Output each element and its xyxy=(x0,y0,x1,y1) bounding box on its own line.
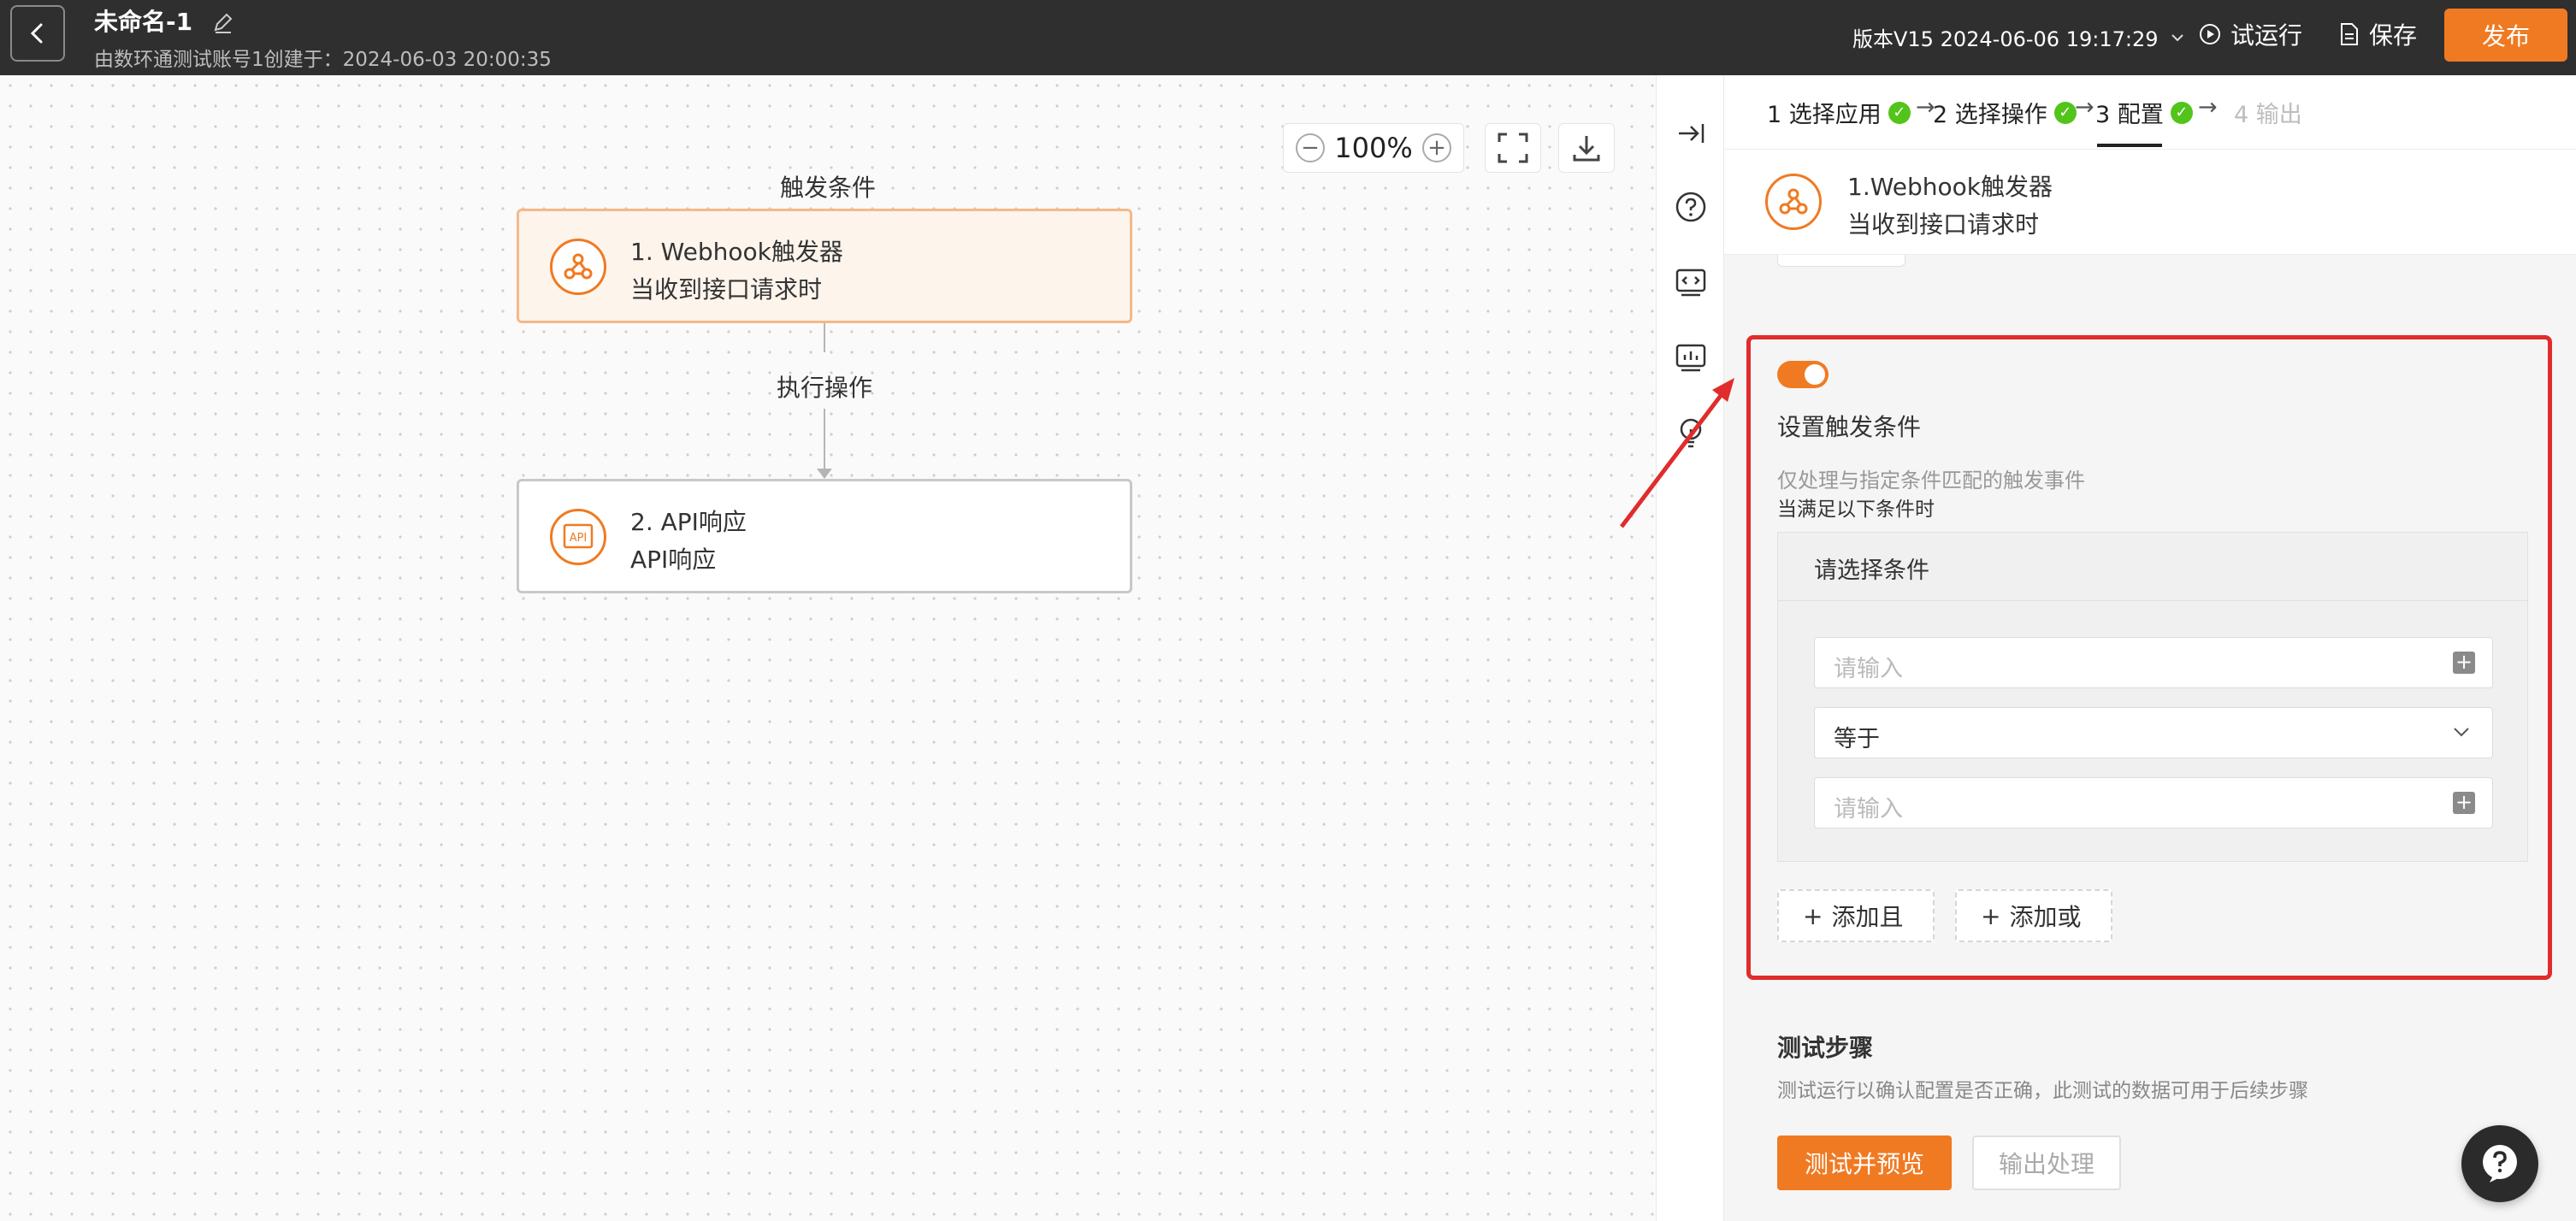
top-bar: 未命名-1 由数环通测试账号1创建于：2024-06-03 20:00:35 版… xyxy=(0,0,2576,75)
chevron-down-icon xyxy=(2171,33,2184,41)
annotation-arrow xyxy=(1620,378,1734,528)
action-section-label: 执行操作 xyxy=(777,374,873,402)
connector-line xyxy=(824,409,825,477)
code-icon xyxy=(1675,268,1706,297)
save-label: 保存 xyxy=(2369,21,2418,50)
api-icon: API xyxy=(550,509,606,565)
question-icon xyxy=(1675,192,1706,222)
step-label: 4 输出 xyxy=(2234,102,2302,128)
step-label: 2 选择操作 xyxy=(1933,102,2047,128)
node-subtitle: 当收到接口请求时 xyxy=(630,275,823,304)
arrow-right-icon: → xyxy=(2075,94,2094,121)
test-preview-button[interactable]: 测试并预览 xyxy=(1777,1135,1952,1190)
fullscreen-icon xyxy=(1498,133,1528,163)
app-card-title: 1.Webhook触发器 xyxy=(1847,173,2053,201)
scrolled-field-edge xyxy=(1777,255,1905,267)
check-icon: ✓ xyxy=(2053,101,2077,124)
code-button[interactable] xyxy=(1674,265,1708,299)
zoom-in-button[interactable]: + xyxy=(1421,133,1451,162)
zoom-out-button[interactable]: − xyxy=(1296,133,1325,162)
created-info: 由数环通测试账号1创建于：2024-06-03 20:00:35 xyxy=(94,49,552,71)
flow-node-api[interactable]: API 2. API响应 API响应 xyxy=(517,479,1132,593)
chevron-left-icon xyxy=(30,23,43,44)
step-configure[interactable]: 3 配置 ✓ xyxy=(2095,96,2193,129)
document-icon xyxy=(2341,23,2358,45)
check-icon: ✓ xyxy=(1888,101,1911,124)
back-button[interactable] xyxy=(10,5,65,62)
trigger-section-label: 触发条件 xyxy=(780,174,877,202)
collapse-right-icon xyxy=(1679,124,1705,143)
help-chat-icon xyxy=(2483,1145,2517,1183)
node-title: 1. Webhook触发器 xyxy=(630,238,843,266)
publish-button[interactable]: 发布 xyxy=(2444,9,2567,62)
arrow-right-icon: → xyxy=(2198,94,2218,121)
active-step-indicator xyxy=(2097,144,2162,147)
save-button[interactable]: 保存 xyxy=(2338,17,2417,51)
step-select-action[interactable]: 2 选择操作 ✓ xyxy=(1933,96,2077,129)
step-tabs: 1 选择应用 ✓ → 2 选择操作 ✓ → 3 配置 ✓ → 4 输出 xyxy=(1724,75,2576,149)
zoom-level: 100% xyxy=(1334,132,1413,164)
fit-view-button[interactable] xyxy=(1485,123,1541,173)
connector-arrow xyxy=(817,469,832,479)
version-label: 版本V15 2024-06-06 19:17:29 xyxy=(1852,27,2159,51)
flow-canvas[interactable]: − 100% + 触发条件 1. Webhook触发器 当收到接口请求时 执行操… xyxy=(0,75,1656,1221)
selected-app-card: 1.Webhook触发器 当收到接口请求时 xyxy=(1724,149,2576,255)
side-toolbar xyxy=(1656,75,1724,1221)
help-button[interactable] xyxy=(1674,190,1708,224)
play-circle-icon xyxy=(2200,24,2220,44)
step-output[interactable]: 4 输出 xyxy=(2234,96,2302,129)
step-select-app[interactable]: 1 选择应用 ✓ xyxy=(1767,96,1911,129)
webhook-icon xyxy=(550,239,606,295)
flow-node-webhook[interactable]: 1. Webhook触发器 当收到接口请求时 xyxy=(517,209,1132,323)
step-label: 3 配置 xyxy=(2095,102,2164,128)
annotation-highlight-box xyxy=(1746,335,2552,980)
output-process-button[interactable]: 输出处理 xyxy=(1972,1135,2121,1190)
test-step-description: 测试运行以确认配置是否正确，此测试的数据可用于后续步骤 xyxy=(1777,1080,2308,1102)
download-button[interactable] xyxy=(1558,123,1615,173)
zoom-control: − 100% + xyxy=(1283,123,1464,173)
check-icon: ✓ xyxy=(2170,101,2193,124)
step-label: 1 选择应用 xyxy=(1767,102,1882,128)
connector-line xyxy=(824,323,825,352)
webhook-icon xyxy=(1765,174,1822,230)
floating-help-button[interactable] xyxy=(2461,1125,2538,1202)
download-icon xyxy=(1573,136,1600,162)
test-step-title: 测试步骤 xyxy=(1777,1034,1874,1062)
workflow-title: 未命名-1 xyxy=(94,8,193,36)
app-card-subtitle: 当收到接口请求时 xyxy=(1847,210,2040,239)
node-subtitle: API响应 xyxy=(630,546,717,574)
trial-run-button[interactable]: 试运行 xyxy=(2198,17,2302,51)
trial-run-label: 试运行 xyxy=(2230,21,2303,50)
node-title: 2. API响应 xyxy=(630,508,747,536)
version-selector[interactable]: 版本V15 2024-06-06 19:17:29 xyxy=(1852,22,2185,52)
svg-text:API: API xyxy=(570,532,588,545)
edit-icon[interactable] xyxy=(210,10,236,36)
collapse-panel-button[interactable] xyxy=(1674,116,1708,150)
